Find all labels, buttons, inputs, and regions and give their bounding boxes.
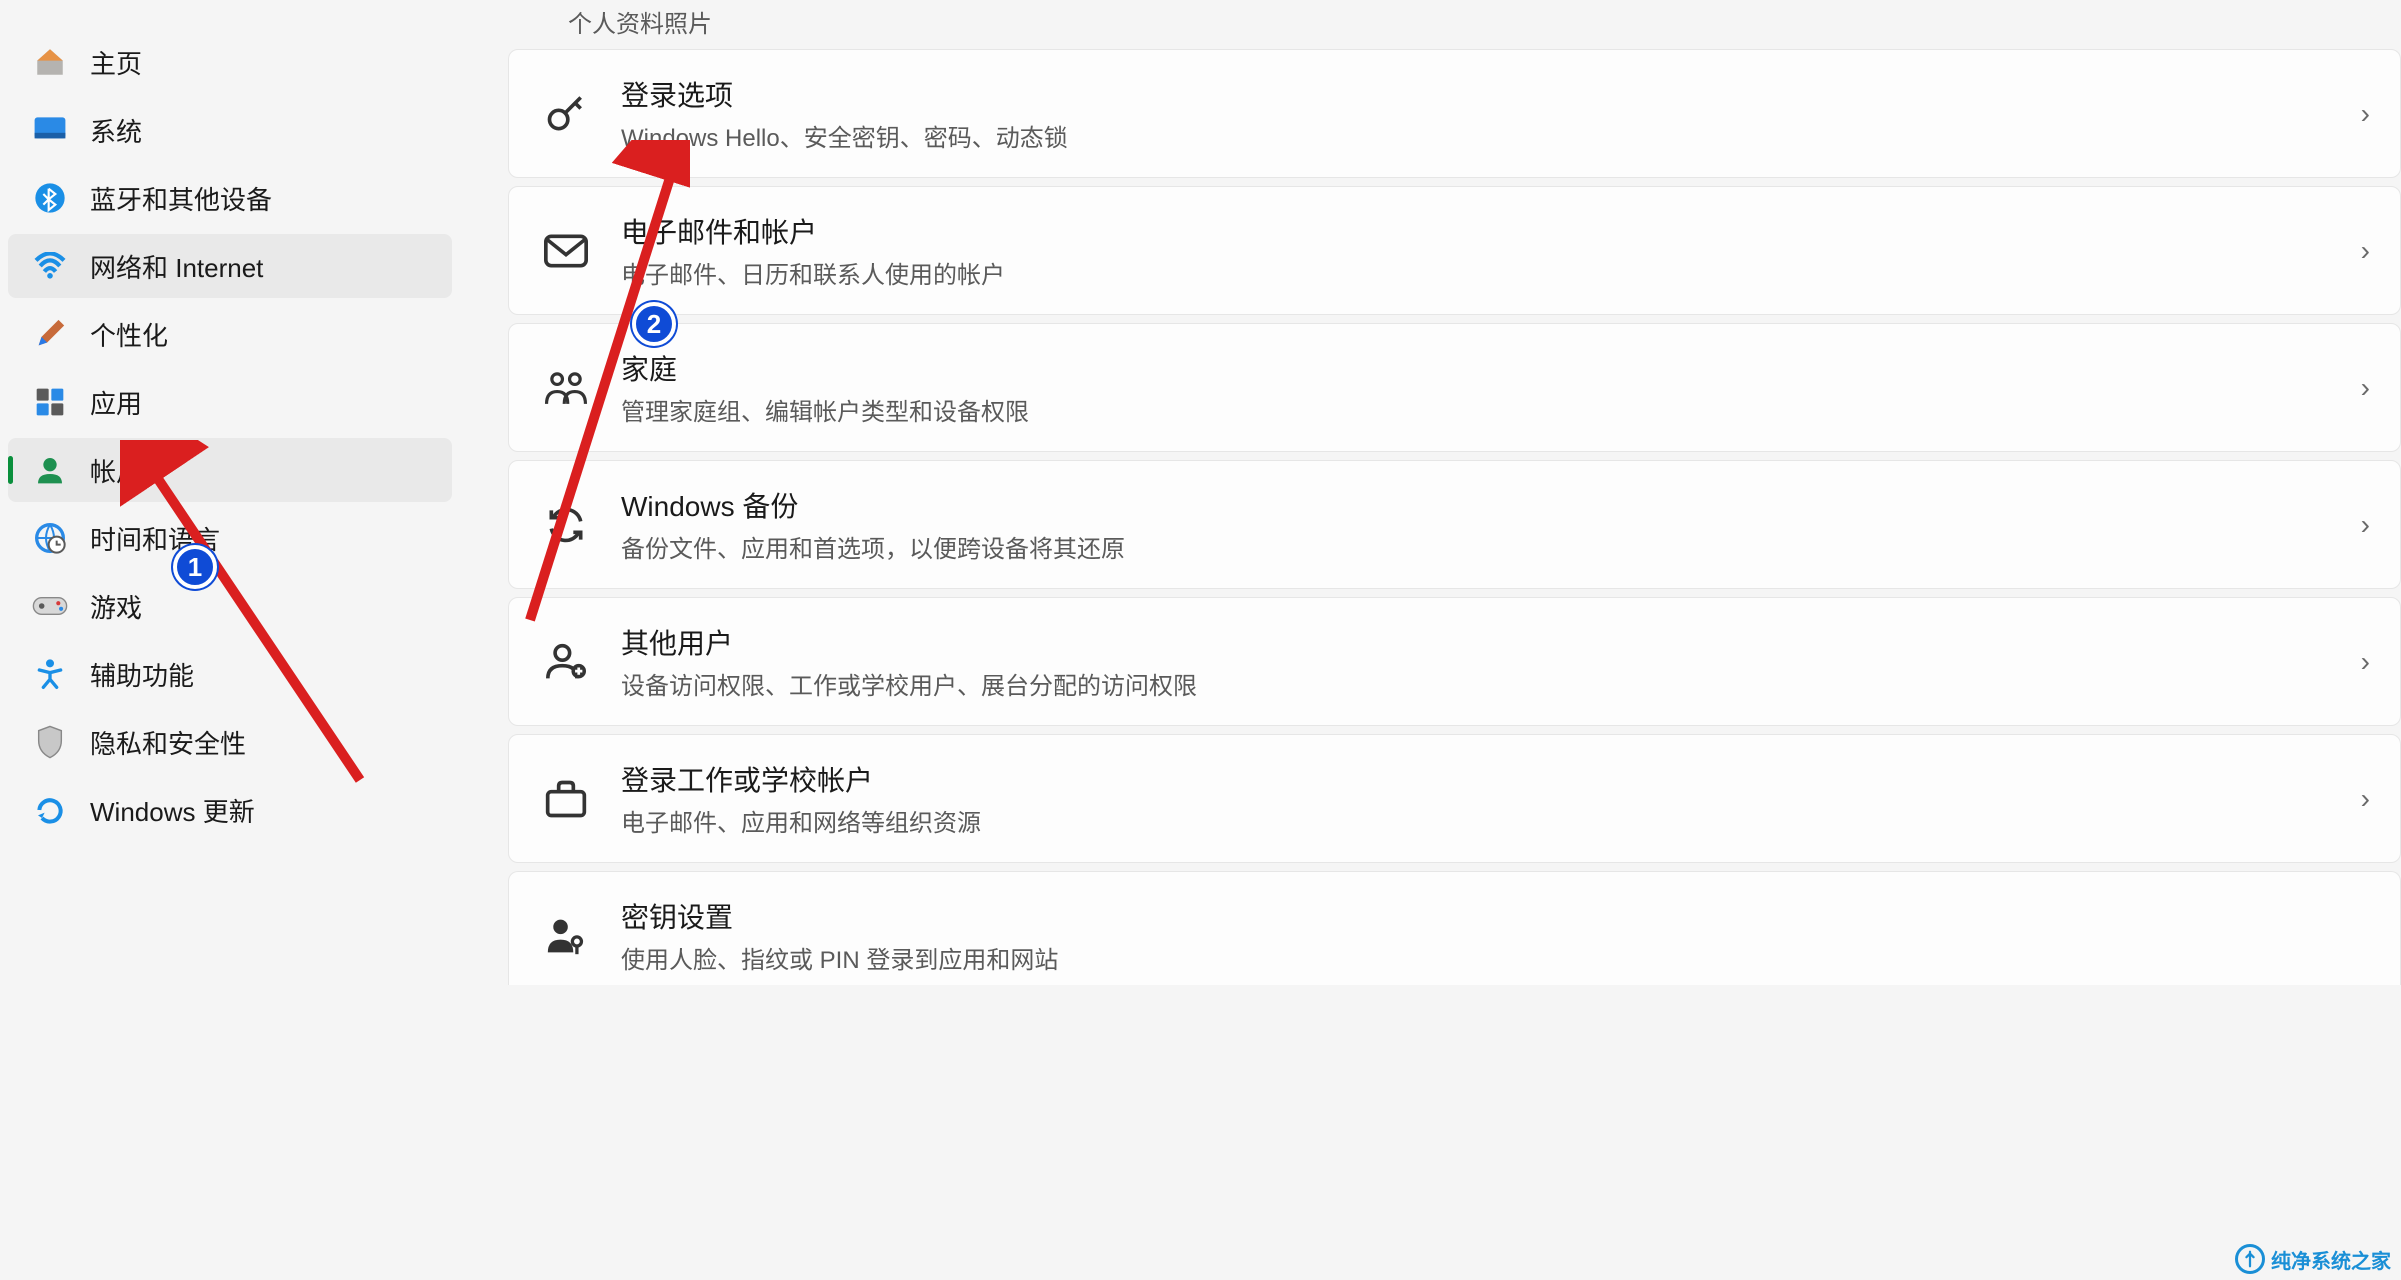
person-key-icon	[539, 909, 593, 963]
sidebar-item-label: 蓝牙和其他设备	[90, 180, 272, 217]
sidebar-item-time-language[interactable]: 时间和语言	[8, 506, 452, 570]
card-title: Windows 备份	[621, 485, 2341, 525]
sidebar-item-windows-update[interactable]: Windows 更新	[8, 778, 452, 842]
prev-card-subtitle: 个人资料照片	[508, 0, 2401, 49]
watermark: 纯净系统之家	[2235, 1244, 2391, 1274]
briefcase-icon	[539, 772, 593, 826]
sidebar-item-privacy[interactable]: 隐私和安全性	[8, 710, 452, 774]
card-subtitle: 使用人脸、指纹或 PIN 登录到应用和网站	[621, 940, 2370, 975]
annotation-badge-2: 2	[632, 302, 676, 346]
add-person-icon	[539, 635, 593, 689]
sidebar-item-label: 帐户	[90, 452, 142, 489]
display-icon	[32, 112, 68, 148]
sidebar-item-network[interactable]: 网络和 Internet	[8, 234, 452, 298]
sidebar-item-bluetooth[interactable]: 蓝牙和其他设备	[8, 166, 452, 230]
watermark-icon	[2235, 1244, 2265, 1274]
card-title: 密钥设置	[621, 896, 2370, 936]
sidebar-item-label: 辅助功能	[90, 656, 194, 693]
sidebar-item-label: 隐私和安全性	[90, 724, 246, 761]
sidebar-item-apps[interactable]: 应用	[8, 370, 452, 434]
family-icon	[539, 361, 593, 415]
card-title: 其他用户	[621, 622, 2341, 662]
shield-icon	[32, 724, 68, 760]
annotation-badge-1: 1	[173, 545, 217, 589]
gamepad-icon	[32, 588, 68, 624]
card-title: 登录工作或学校帐户	[621, 759, 2341, 799]
person-icon	[32, 452, 68, 488]
card-work-school[interactable]: 登录工作或学校帐户 电子邮件、应用和网络等组织资源 ›	[508, 734, 2401, 863]
bluetooth-icon	[32, 180, 68, 216]
card-subtitle: 电子邮件、应用和网络等组织资源	[621, 803, 2341, 838]
chevron-right-icon: ›	[2361, 509, 2370, 541]
chevron-right-icon: ›	[2361, 646, 2370, 678]
card-subtitle: 管理家庭组、编辑帐户类型和设备权限	[621, 392, 2341, 427]
card-title: 登录选项	[621, 74, 2341, 114]
sidebar-item-label: 网络和 Internet	[90, 248, 263, 285]
sidebar-item-label: 系统	[90, 112, 142, 149]
chevron-right-icon: ›	[2361, 783, 2370, 815]
wifi-icon	[32, 248, 68, 284]
accessibility-icon	[32, 656, 68, 692]
card-signin-options[interactable]: 登录选项 Windows Hello、安全密钥、密码、动态锁 ›	[508, 49, 2401, 178]
card-subtitle: 设备访问权限、工作或学校用户、展台分配的访问权限	[621, 666, 2341, 701]
sidebar-item-label: 游戏	[90, 588, 142, 625]
sidebar-item-label: 个性化	[90, 316, 168, 353]
card-email-accounts[interactable]: 电子邮件和帐户 电子邮件、日历和联系人使用的帐户 ›	[508, 186, 2401, 315]
sidebar-item-label: Windows 更新	[90, 792, 255, 829]
paintbrush-icon	[32, 316, 68, 352]
chevron-right-icon: ›	[2361, 98, 2370, 130]
sidebar-item-system[interactable]: 系统	[8, 98, 452, 162]
chevron-right-icon: ›	[2361, 235, 2370, 267]
card-windows-backup[interactable]: Windows 备份 备份文件、应用和首选项，以便跨设备将其还原 ›	[508, 460, 2401, 589]
card-family[interactable]: 家庭 管理家庭组、编辑帐户类型和设备权限 ›	[508, 323, 2401, 452]
watermark-text: 纯净系统之家	[2271, 1245, 2391, 1274]
backup-sync-icon	[539, 498, 593, 552]
chevron-right-icon: ›	[2361, 372, 2370, 404]
globe-clock-icon	[32, 520, 68, 556]
card-subtitle: 电子邮件、日历和联系人使用的帐户	[621, 255, 2341, 290]
sidebar-item-home[interactable]: 主页	[8, 30, 452, 94]
sidebar-item-accounts[interactable]: 帐户	[8, 438, 452, 502]
sidebar-item-gaming[interactable]: 游戏	[8, 574, 452, 638]
settings-window: 主页 系统 蓝牙和其他设备 网络和 Internet 个性化	[0, 0, 2401, 1280]
sidebar-item-label: 应用	[90, 384, 142, 421]
card-title: 电子邮件和帐户	[621, 211, 2341, 251]
sidebar-item-accessibility[interactable]: 辅助功能	[8, 642, 452, 706]
sidebar: 主页 系统 蓝牙和其他设备 网络和 Internet 个性化	[0, 0, 460, 1280]
sidebar-item-personalization[interactable]: 个性化	[8, 302, 452, 366]
accounts-panel: 个人资料照片 登录选项 Windows Hello、安全密钥、密码、动态锁 › …	[460, 0, 2401, 1280]
card-subtitle: Windows Hello、安全密钥、密码、动态锁	[621, 118, 2341, 153]
envelope-icon	[539, 224, 593, 278]
card-passkey[interactable]: 密钥设置 使用人脸、指纹或 PIN 登录到应用和网站	[508, 871, 2401, 985]
apps-icon	[32, 384, 68, 420]
card-title: 家庭	[621, 348, 2341, 388]
card-other-users[interactable]: 其他用户 设备访问权限、工作或学校用户、展台分配的访问权限 ›	[508, 597, 2401, 726]
sidebar-item-label: 主页	[90, 44, 142, 81]
key-icon	[539, 87, 593, 141]
update-icon	[32, 792, 68, 828]
home-icon	[32, 44, 68, 80]
card-subtitle: 备份文件、应用和首选项，以便跨设备将其还原	[621, 529, 2341, 564]
